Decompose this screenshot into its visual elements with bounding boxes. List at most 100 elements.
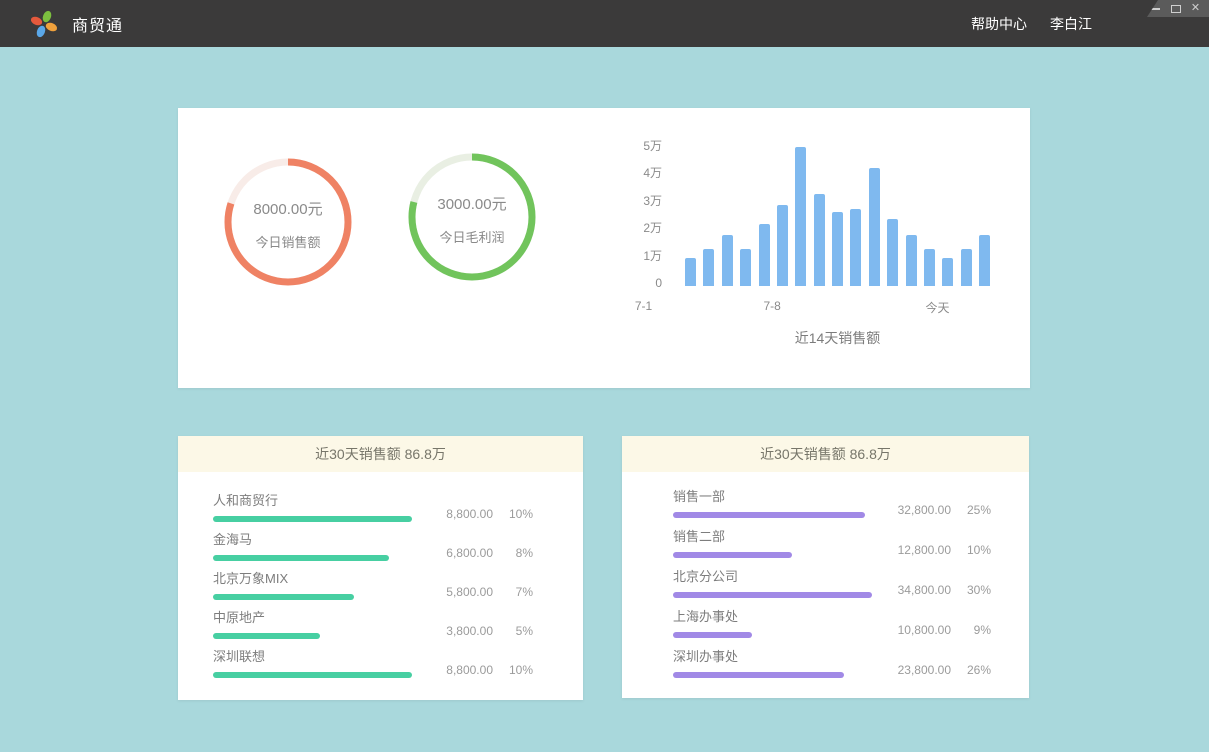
ranking-item: 销售二部12,800.0010% <box>673 529 991 558</box>
help-center-link[interactable]: 帮助中心 <box>971 14 1027 34</box>
trend-bar <box>906 235 917 286</box>
trend-bar <box>961 249 972 286</box>
trend-bar <box>924 249 935 286</box>
trend-x-axis: 7-17-8今天 <box>638 299 943 314</box>
ranking-item-values: 12,800.0010% <box>875 529 991 558</box>
trend-bar <box>722 235 733 286</box>
ranking-item: 中原地产3,800.005% <box>213 610 533 639</box>
trend-y-tick-label: 4万 <box>636 166 662 180</box>
ranking-item-bar <box>213 516 412 522</box>
ranking-item-amount: 32,800.00 <box>875 503 951 517</box>
ranking-item-amount: 8,800.00 <box>417 663 493 677</box>
ranking-item-percent: 5% <box>493 624 533 638</box>
trend-bar <box>777 205 788 286</box>
ranking-item-left: 中原地产 <box>213 610 417 639</box>
close-icon: ✕ <box>1191 3 1200 14</box>
trend-bar <box>740 249 751 286</box>
ranking-item-name: 上海办事处 <box>673 609 875 625</box>
department-ranking-card: 近30天销售额 86.8万 销售一部32,800.0025%销售二部12,800… <box>622 436 1029 698</box>
trend-bar <box>795 147 806 286</box>
department-items: 销售一部32,800.0025%销售二部12,800.0010%北京分公司34,… <box>622 472 1029 678</box>
customer-card-header: 近30天销售额 86.8万 <box>178 436 583 472</box>
trend-chart-title: 近14天销售额 <box>685 328 990 348</box>
trend-y-tick-label: 3万 <box>636 194 662 208</box>
trend-y-tick-label: 2万 <box>636 221 662 235</box>
ranking-item: 销售一部32,800.0025% <box>673 489 991 518</box>
ranking-item-values: 32,800.0025% <box>875 489 991 518</box>
ranking-item-bar <box>673 552 792 558</box>
ranking-item-values: 8,800.0010% <box>417 493 533 522</box>
sales-trend-chart: 01万2万3万4万5万 7-17-8今天 近14天销售额 <box>638 146 990 348</box>
today-sales-value: 8000.00元 <box>253 198 322 219</box>
trend-bar <box>832 212 843 286</box>
ranking-item-values: 8,800.0010% <box>417 649 533 678</box>
ranking-item-name: 人和商贸行 <box>213 493 417 509</box>
ranking-item-amount: 3,800.00 <box>417 624 493 638</box>
ranking-item-bar <box>213 594 354 600</box>
trend-bar <box>703 249 714 286</box>
trend-bar <box>759 224 770 286</box>
trend-bar <box>887 219 898 286</box>
ranking-item: 金海马6,800.008% <box>213 532 533 561</box>
user-menu[interactable]: 李白江 <box>1050 14 1092 34</box>
ranking-item-values: 23,800.0026% <box>875 649 991 678</box>
ranking-item-amount: 10,800.00 <box>875 623 951 637</box>
ranking-item-amount: 6,800.00 <box>417 546 493 560</box>
trend-plot-area: 01万2万3万4万5万 <box>685 146 990 286</box>
ranking-item-left: 北京分公司 <box>673 569 875 598</box>
minimize-button[interactable] <box>1150 3 1161 14</box>
ranking-item-percent: 9% <box>951 623 991 637</box>
maximize-button[interactable] <box>1170 3 1181 14</box>
ranking-item-name: 北京万象MIX <box>213 571 417 587</box>
pinwheel-logo-icon <box>27 7 61 41</box>
ranking-item-amount: 12,800.00 <box>875 543 951 557</box>
ranking-item-percent: 25% <box>951 503 991 517</box>
trend-bar <box>942 258 953 286</box>
minimize-icon <box>1151 8 1160 10</box>
ranking-item: 北京万象MIX5,800.007% <box>213 571 533 600</box>
ranking-item-bar <box>213 633 320 639</box>
ranking-item-percent: 30% <box>951 583 991 597</box>
ranking-item-left: 北京万象MIX <box>213 571 417 600</box>
title-bar[interactable]: 商贸通 帮助中心 李白江 ✕ <box>0 0 1209 47</box>
ranking-item-name: 金海马 <box>213 532 417 548</box>
maximize-icon <box>1171 5 1181 13</box>
ranking-item-name: 销售二部 <box>673 529 875 545</box>
department-card-header: 近30天销售额 86.8万 <box>622 436 1029 472</box>
today-sales-donut: 8000.00元 今日销售额 <box>224 158 352 286</box>
ranking-item-left: 深圳联想 <box>213 649 417 678</box>
ranking-item-percent: 26% <box>951 663 991 677</box>
close-button[interactable]: ✕ <box>1190 3 1201 14</box>
trend-y-tick-label: 0 <box>636 276 662 290</box>
ranking-item-left: 销售一部 <box>673 489 875 518</box>
ranking-item-bar <box>213 672 412 678</box>
today-profit-label: 今日毛利润 <box>439 227 504 246</box>
ranking-item-values: 34,800.0030% <box>875 569 991 598</box>
ranking-item-left: 人和商贸行 <box>213 493 417 522</box>
ranking-item: 北京分公司34,800.0030% <box>673 569 991 598</box>
ranking-item-bar <box>673 592 872 598</box>
ranking-item-left: 深圳办事处 <box>673 649 875 678</box>
ranking-item-percent: 7% <box>493 585 533 599</box>
ranking-item-amount: 8,800.00 <box>417 507 493 521</box>
ranking-item-bar <box>213 555 389 561</box>
customer-ranking-card: 近30天销售额 86.8万 人和商贸行8,800.0010%金海马6,800.0… <box>178 436 583 700</box>
ranking-item-amount: 5,800.00 <box>417 585 493 599</box>
ranking-item-bar <box>673 672 844 678</box>
ranking-item-name: 中原地产 <box>213 610 417 626</box>
ranking-item-name: 销售一部 <box>673 489 875 505</box>
ranking-item-name: 深圳联想 <box>213 649 417 665</box>
ranking-item-values: 10,800.009% <box>875 609 991 638</box>
today-profit-value: 3000.00元 <box>437 193 506 214</box>
ranking-item-bar <box>673 512 865 518</box>
overview-card: 8000.00元 今日销售额 30天最高：10,000.00元 3000.00元… <box>178 108 1030 388</box>
trend-bar <box>869 168 880 286</box>
ranking-item: 人和商贸行8,800.0010% <box>213 493 533 522</box>
ranking-item-bar <box>673 632 752 638</box>
trend-bar <box>685 258 696 286</box>
today-profit-donut: 3000.00元 今日毛利润 <box>408 153 536 281</box>
window-controls: ✕ <box>1147 0 1209 17</box>
ranking-item-left: 金海马 <box>213 532 417 561</box>
trend-y-tick-label: 5万 <box>636 139 662 153</box>
ranking-item-left: 销售二部 <box>673 529 875 558</box>
